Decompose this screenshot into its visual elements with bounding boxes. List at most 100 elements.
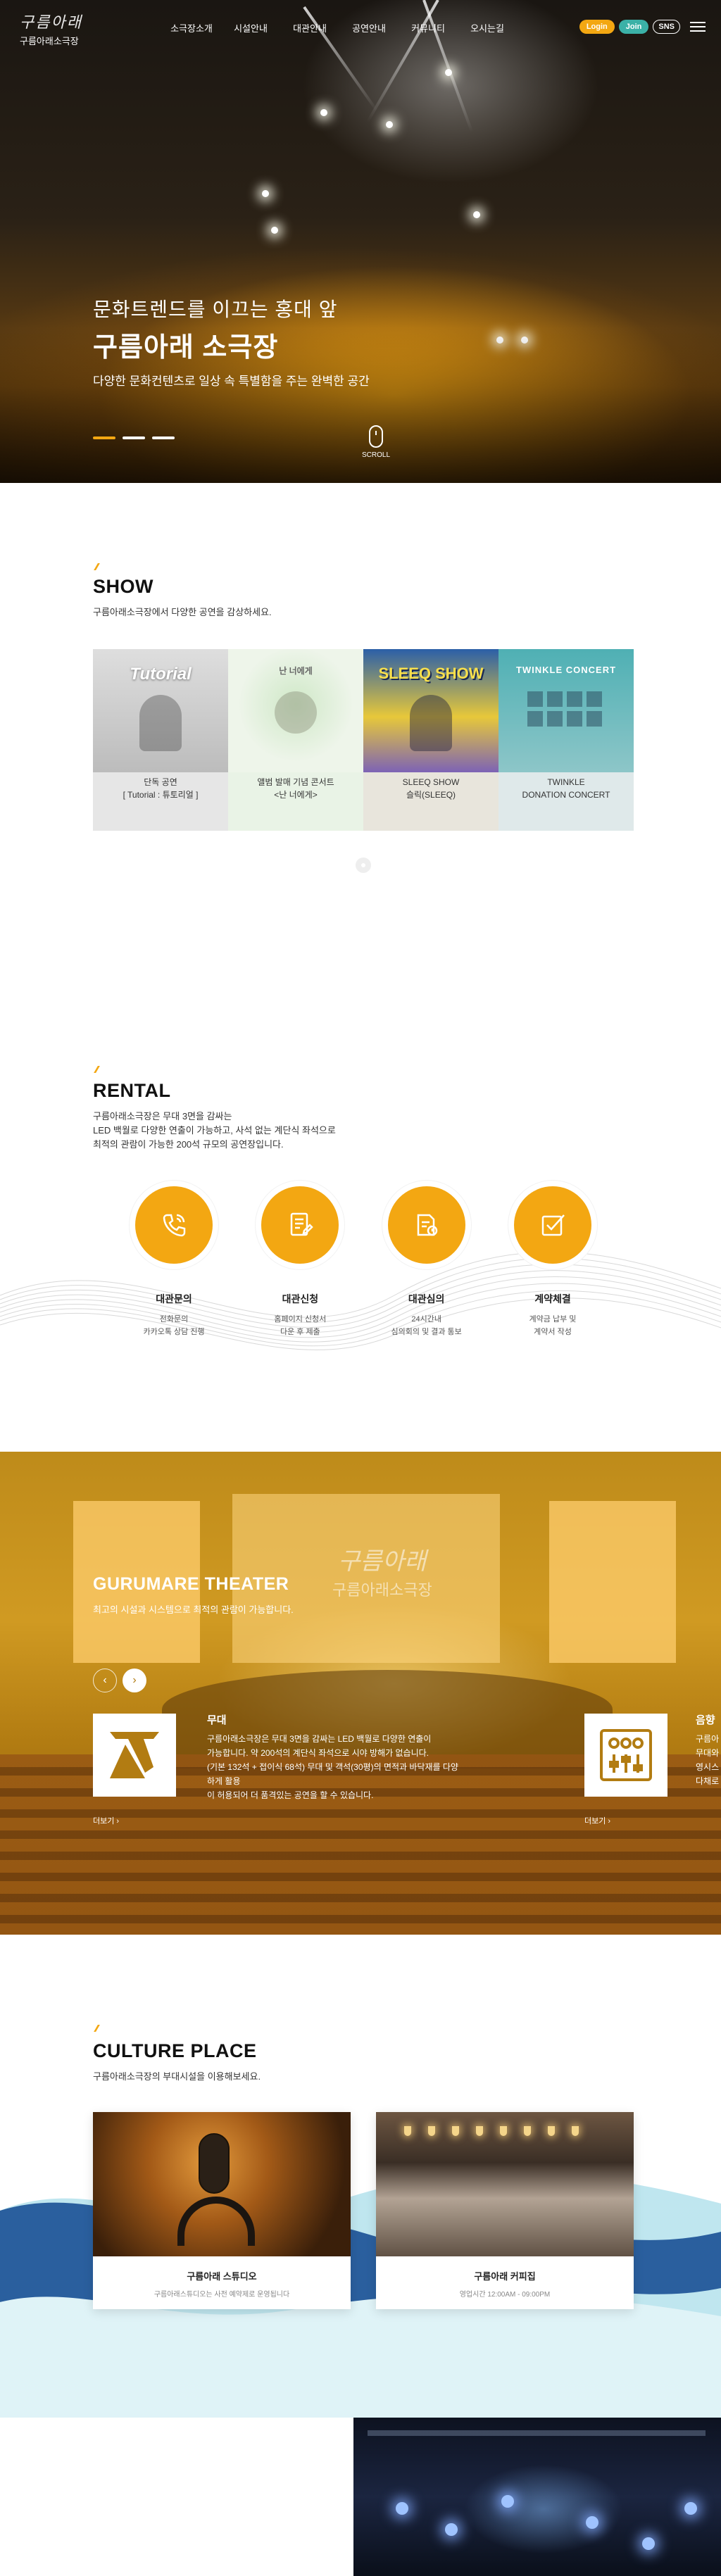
show-description: 구름아래소극장에서 다양한 공연을 감상하세요. [93,607,272,617]
theater-logo-art: 구름아래 [338,1547,427,1576]
show-caption-line: DONATION CONCERT [522,790,610,800]
poster-figure [275,691,317,734]
join-button[interactable]: Join [618,20,649,34]
show-caption-line: SLEEQ SHOW [402,777,460,787]
rental-step-contract[interactable]: 계약체결 계약금 납부 및 계약서 작성 [500,1186,606,1338]
show-caption: SLEEQ SHOW 슬릭(SLEEQ) [363,776,499,801]
show-card[interactable]: Tutorial 단독 공연 [ Tutorial : 튜토리얼 ] [93,649,228,831]
spotlight [642,2537,655,2550]
show-card[interactable]: TWINKLE CONCERT TWINKLE DONATION CONCERT [499,649,634,831]
bottom-blank-panel [0,2418,353,2576]
nav-item-facility[interactable]: 시설안내 [221,21,280,34]
show-caption-line: TWINKLE [547,777,585,787]
contract-icon [513,1186,591,1264]
stage-lighting-photo [353,2418,721,2576]
nav-item-about[interactable]: 소극장소개 [162,21,221,34]
spotlight [386,121,393,128]
theater-title: GURUMARE THEATER [93,1574,289,1594]
slide-dot-3[interactable] [152,436,175,439]
culture-title: CULTURE PLACE [93,2040,257,2061]
hero-banner: 문화트렌드를 이끄는 홍대 앞 구름아래 소극장 다양한 문화컨텐츠로 일상 속… [0,0,721,483]
show-poster: SLEEQ SHOW [363,649,499,772]
rental-step-title: 계약체결 [534,1293,571,1305]
nav-item-show[interactable]: 공연안내 [339,21,399,34]
show-card[interactable]: SLEEQ SHOW SLEEQ SHOW 슬릭(SLEEQ) [363,649,499,831]
show-caption-line: 단독 공연 [144,777,177,787]
poster-title: SLEEQ SHOW [378,665,484,682]
spotlight [684,2502,697,2515]
theater-item-title: 무대 [207,1714,227,1726]
slide-dot-1[interactable] [93,436,115,439]
show-poster: 난 너에게 [228,649,363,772]
menu-icon[interactable] [690,22,706,32]
rental-step-apply[interactable]: 대관신청 홈페이지 신청서 다운 후 제출 [247,1186,353,1338]
document-icon [261,1186,339,1264]
show-poster: Tutorial [93,649,228,772]
culture-card-subtitle: 구름아래스튜디오는 사전 예약제로 운영됩니다 [153,2291,290,2299]
rental-step-inquiry[interactable]: 대관문의 전화문의 카카오톡 상담 진행 [121,1186,227,1338]
theater-section [0,1452,721,1935]
carousel-page-dot[interactable] [356,857,371,873]
show-card[interactable]: 난 너에게 앨범 발매 기념 콘서트 <난 너에게> [228,649,363,831]
theater-logo: 구름아래 구름아래소극장 [332,1542,432,1600]
show-caption-line: 슬릭(SLEEQ) [406,790,456,800]
theater-item-title: 음향 [696,1714,715,1726]
slide-indicator [93,436,175,439]
rental-step-desc: 24시간내 심의회의 및 결과 통보 [391,1315,462,1336]
logo-text: 구름아래소극장 [20,36,79,46]
mixer-icon [584,1714,667,1797]
poster-title: TWINKLE CONCERT [515,665,617,675]
section-mark [94,1066,105,1073]
section-mark [94,2025,105,2032]
spotlight [501,2495,514,2508]
lighting-truss [368,2430,706,2436]
scroll-indicator[interactable]: SCROLL [362,425,390,459]
next-arrow-button[interactable]: › [123,1669,146,1692]
show-poster: TWINKLE CONCERT [499,649,634,772]
culture-card-cafe[interactable]: 구름아래 커피집 영업시간 12:00AM - 09:00PM [376,2112,634,2309]
header-utility: Login Join SNS [579,20,706,34]
sns-button[interactable]: SNS [653,20,680,34]
nav-item-location[interactable]: 오시는길 [458,21,517,34]
stage-light-icon [93,1714,176,1797]
rental-steps: 대관문의 전화문의 카카오톡 상담 진행 대관신청 홈페이지 신청서 다운 후 … [93,1186,634,1338]
mouse-icon [369,425,383,448]
site-header: 구름아래 구름아래소극장 소극장소개 시설안내 대관안내 공연안내 커뮤니티 오… [0,0,721,63]
cafe-photo [376,2112,634,2256]
nav-item-community[interactable]: 커뮤니티 [399,21,458,34]
theater-description: 최고의 시설과 시스템으로 최적의 관람이 가능합니다. [93,1604,294,1615]
prev-arrow-button[interactable]: ‹ [93,1669,117,1692]
more-link-label: 더보기 [584,1817,606,1826]
spotlight [445,2523,458,2536]
rental-title: RENTAL [93,1080,171,1101]
more-link[interactable]: 더보기 › [93,1815,119,1826]
studio-photo [93,2112,351,2256]
culture-card-studio[interactable]: 구름아래 스튜디오 구름아래스튜디오는 사전 예약제로 운영됩니다 [93,2112,351,2309]
spotlight [586,2516,598,2529]
more-link[interactable]: 더보기 › [584,1815,610,1826]
spotlight [320,109,327,116]
section-mark [94,563,105,570]
show-caption-line: 앨범 발매 기념 콘서트 [257,777,334,787]
show-caption: 단독 공연 [ Tutorial : 튜토리얼 ] [93,776,228,801]
show-caption-line: <난 너에게> [274,790,318,800]
theater-item-text: 구름아래 무대와 영시스 다채로 [696,1734,720,1786]
hero-subtitle: 문화트렌드를 이끄는 홍대 앞 [93,299,338,320]
site-logo[interactable]: 구름아래 구름아래소극장 [20,10,90,47]
nav-item-rental[interactable]: 대관안내 [280,21,339,34]
phone-icon [135,1186,213,1264]
spotlight [271,227,278,234]
spotlight [473,211,480,218]
poster-photo-grid [527,691,605,727]
show-caption: TWINKLE DONATION CONCERT [499,776,634,801]
rental-step-review[interactable]: 대관심의 24시간내 심의회의 및 결과 통보 [374,1186,479,1338]
rental-step-desc: 계약금 납부 및 계약서 작성 [529,1315,577,1336]
slide-dot-2[interactable] [123,436,145,439]
rental-step-desc: 홈페이지 신청서 다운 후 제출 [274,1315,327,1336]
login-button[interactable]: Login [579,20,615,34]
poster-title: Tutorial [130,665,192,684]
culture-description: 구름아래소극장의 부대시설을 이용해보세요. [93,2071,261,2082]
hero-description: 다양한 문화컨텐츠로 일상 속 특별함을 주는 완벽한 공간 [93,375,370,388]
rental-step-desc: 전화문의 카카오톡 상담 진행 [143,1315,205,1336]
spotlight [396,2502,408,2515]
